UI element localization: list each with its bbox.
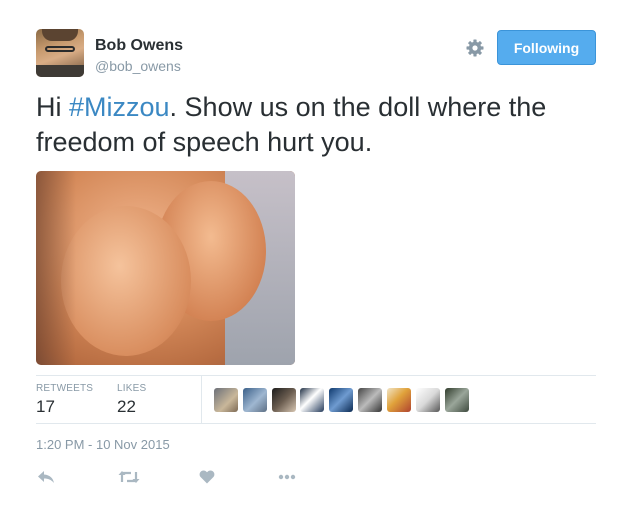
- liker-avatar[interactable]: [329, 388, 353, 412]
- liker-avatar[interactable]: [272, 388, 296, 412]
- heart-icon[interactable]: [198, 466, 216, 488]
- liker-avatar[interactable]: [387, 388, 411, 412]
- tweet-photo[interactable]: [36, 171, 295, 365]
- gear-icon[interactable]: [465, 38, 485, 58]
- tweet-text: Hi #Mizzou. Show us on the doll where th…: [36, 90, 606, 160]
- reply-icon[interactable]: [36, 466, 56, 488]
- likes-count[interactable]: 22: [117, 397, 136, 417]
- following-button[interactable]: Following: [497, 30, 596, 65]
- tweet-card: Bob Owens @bob_owens Following Hi #Mizzo…: [0, 0, 633, 518]
- author-name[interactable]: Bob Owens: [95, 37, 183, 55]
- retweets-label[interactable]: RETWEETS: [36, 383, 93, 394]
- author-handle[interactable]: @bob_owens: [95, 58, 181, 74]
- tweet-text-prefix: Hi: [36, 92, 69, 122]
- liker-avatar[interactable]: [416, 388, 440, 412]
- tweet-timestamp[interactable]: 1:20 PM - 10 Nov 2015: [36, 437, 170, 452]
- retweets-count[interactable]: 17: [36, 397, 55, 417]
- divider-top: [36, 375, 596, 376]
- divider-bottom: [36, 423, 596, 424]
- liker-avatar[interactable]: [243, 388, 267, 412]
- likes-label[interactable]: LIKES: [117, 383, 146, 394]
- liker-avatar[interactable]: [358, 388, 382, 412]
- more-dots-icon[interactable]: [277, 466, 297, 488]
- stats-separator: [201, 376, 202, 423]
- author-avatar[interactable]: [36, 29, 84, 77]
- liker-avatar[interactable]: [300, 388, 324, 412]
- liker-avatar[interactable]: [214, 388, 238, 412]
- retweet-icon[interactable]: [117, 466, 141, 488]
- liker-avatar[interactable]: [445, 388, 469, 412]
- hashtag-link[interactable]: #Mizzou: [69, 92, 170, 122]
